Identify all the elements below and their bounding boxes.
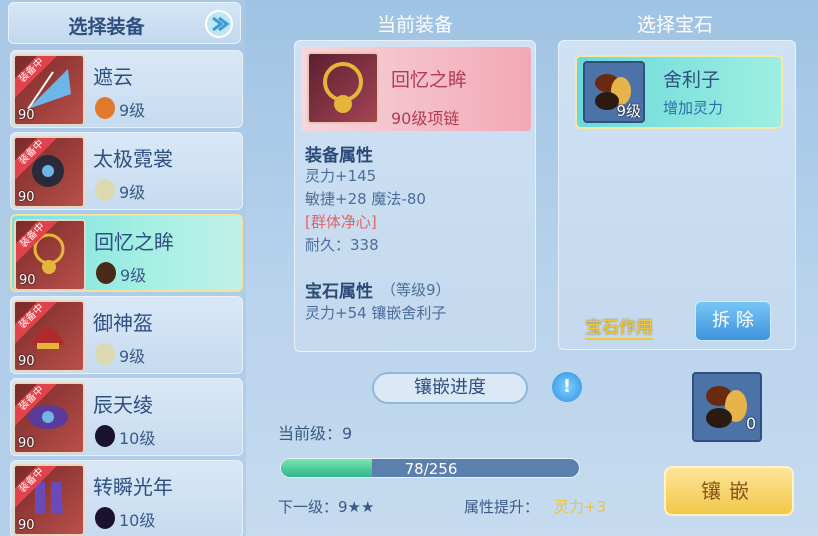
inlay-progress-text: 78/256 (404, 460, 458, 478)
gem-description: 增加灵力 (663, 99, 724, 117)
current-equipment-header: 回忆之眸 90级项链 (301, 47, 531, 131)
equipment-item-selected[interactable]: 装备中 90 回忆之眸 9级 (10, 214, 243, 292)
current-equipment-name: 回忆之眸 (391, 69, 468, 91)
gem-panel: 9级 舍利子 增加灵力 宝石作用 拆 除 (558, 40, 796, 350)
gem-icon (95, 343, 115, 365)
equipment-level: 90 (19, 273, 36, 288)
collapse-arrow-icon[interactable] (204, 9, 234, 39)
current-equipment-title: 当前装备 (376, 14, 453, 36)
gem-level: 9级 (119, 101, 146, 120)
gem-effect-link[interactable]: 宝石作用 (585, 313, 653, 340)
equipment-item[interactable]: 装备中 90 转瞬光年 10级 (10, 460, 243, 536)
current-level-text: 当前级：9 (278, 424, 353, 443)
gem-attr: 灵力+54 镶嵌舍利子 (305, 304, 447, 322)
gem-attr-heading: 宝石属性 (305, 282, 373, 302)
inlay-button[interactable]: 镶嵌 (664, 466, 794, 516)
equipment-level: 90 (18, 354, 35, 369)
equipment-skill: [群体净心] (305, 213, 377, 231)
equipment-name: 回忆之眸 (94, 230, 174, 254)
equipment-name: 辰天绫 (93, 393, 153, 417)
equipment-thumbnail: 装备中 90 (13, 54, 85, 126)
equipment-level: 90 (18, 518, 35, 533)
gem-icon (95, 507, 115, 529)
gem-level: 10级 (119, 429, 156, 448)
attr-boost-label: 属性提升： (464, 498, 540, 516)
equipment-list-header: 选择装备 (8, 2, 241, 44)
equipment-list-title: 选择装备 (68, 16, 145, 38)
gem-icon (95, 179, 115, 201)
equipment-thumbnail: 装备中 90 (13, 464, 85, 536)
equipment-item[interactable]: 装备中 90 御神盔 9级 (10, 296, 243, 374)
equipment-thumbnail: 装备中 90 (13, 382, 85, 454)
equipment-item[interactable]: 装备中 90 辰天绫 10级 (10, 378, 243, 456)
equipment-name: 转瞬光年 (93, 475, 173, 499)
gem-icon (96, 262, 116, 284)
equipment-level: 90 (18, 190, 35, 205)
gem-level: 9级 (120, 266, 147, 285)
select-gem-title: 选择宝石 (636, 14, 713, 36)
equipment-level: 90 (18, 436, 35, 451)
equipment-item[interactable]: 装备中 90 太极霓裳 9级 (10, 132, 243, 210)
equipment-thumbnail: 装备中 90 (14, 219, 86, 291)
help-icon[interactable]: ! (552, 372, 582, 402)
equipment-name: 太极霓裳 (93, 147, 173, 171)
equipment-level: 90 (18, 108, 35, 123)
inlay-progress-bar: 78/256 (280, 458, 580, 478)
gem-thumbnail: 9级 (583, 61, 645, 123)
current-equipment-panel: 回忆之眸 90级项链 装备属性 灵力+145 敏捷+28 魔法-80 [群体净心… (294, 40, 536, 352)
gem-level: 9级 (119, 183, 146, 202)
equipment-name: 遮云 (93, 65, 133, 89)
equipment-attr: 敏捷+28 魔法-80 (305, 190, 426, 208)
gem-icon (95, 425, 115, 447)
equipment-attr-heading: 装备属性 (305, 146, 373, 166)
equipment-list-panel: 选择装备 装备中 90 遮云 9级 装备中 90 太极霓裳 9级 装备中 90 (0, 0, 246, 536)
current-equipment-thumbnail (307, 52, 379, 124)
gem-level: 10级 (119, 511, 156, 530)
gem-level: 9级 (119, 347, 146, 366)
inlay-progress-label: 镶嵌进度 (372, 372, 528, 404)
remove-gem-button[interactable]: 拆 除 (695, 301, 771, 341)
equipment-item[interactable]: 装备中 90 遮云 9级 (10, 50, 243, 128)
gem-icon (95, 97, 115, 119)
current-equipment-type: 90级项链 (391, 109, 460, 128)
equipment-thumbnail: 装备中 90 (13, 136, 85, 208)
gem-card-selected[interactable]: 9级 舍利子 增加灵力 (575, 55, 783, 129)
equipment-thumbnail: 装备中 90 (13, 300, 85, 372)
necklace-icon (323, 62, 363, 113)
gem-name: 舍利子 (663, 69, 721, 91)
equipment-durability: 耐久：338 (305, 236, 379, 254)
next-level-text: 下一级：9★★ (278, 498, 375, 516)
attr-boost-value: 灵力+3 (554, 498, 607, 516)
gem-attr-level: （等级9） (381, 281, 451, 299)
equipment-attr: 灵力+145 (305, 167, 377, 185)
gem-slot-count: 0 (746, 414, 757, 433)
equipment-name: 御神盔 (93, 311, 153, 335)
gem-thumbnail-level: 9级 (616, 102, 641, 120)
